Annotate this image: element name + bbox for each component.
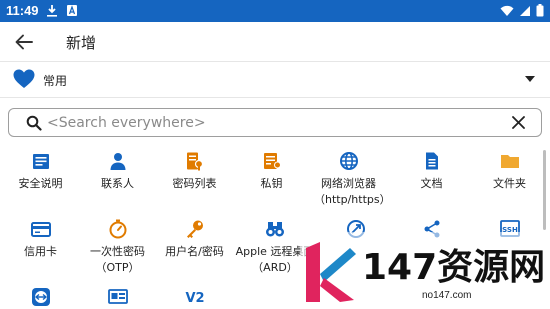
tile-contact[interactable]: 联系人	[79, 147, 156, 207]
tile-label: 联系人	[101, 177, 134, 190]
heart-icon	[13, 69, 35, 88]
watermark-text: 147资源网	[362, 247, 546, 288]
note-icon	[33, 154, 49, 169]
tile-security-note[interactable]: 安全说明	[2, 147, 79, 207]
status-time: 11:49	[6, 3, 39, 18]
tile-teamviewer[interactable]	[2, 283, 79, 309]
tile-label: 安全说明	[18, 177, 63, 190]
tile-vnc[interactable]: V2	[156, 283, 233, 309]
scrollbar[interactable]	[543, 150, 546, 230]
globe-icon	[340, 152, 358, 170]
tile-label: 一次性密码（OTP）	[90, 245, 145, 274]
status-indicators	[500, 4, 544, 17]
page-title: 新增	[66, 34, 97, 52]
battery-icon	[536, 4, 544, 17]
download-icon	[47, 5, 57, 17]
key-icon	[187, 220, 203, 238]
tile-label: 文档	[420, 177, 443, 190]
tile-document[interactable]: 文档	[393, 147, 470, 207]
tile-username-password[interactable]: 用户名/密码	[156, 215, 233, 275]
tile-password-list[interactable]: 密码列表	[156, 147, 233, 207]
window-icon	[108, 289, 128, 304]
search-input[interactable]	[47, 112, 487, 134]
binoculars-icon	[266, 222, 284, 237]
teamviewer-icon	[32, 288, 50, 306]
watermark: 147资源网 no147.com	[300, 232, 550, 309]
tile-label: 密码列表	[172, 177, 217, 190]
wifi-icon	[500, 5, 514, 16]
contact-icon	[110, 153, 126, 170]
credit-card-icon	[31, 222, 51, 237]
tile-window[interactable]	[79, 283, 156, 309]
tile-private-key[interactable]: 私钥	[233, 147, 310, 207]
tile-web-browser[interactable]: 网络浏览器（http/https）	[310, 147, 387, 211]
private-key-icon	[264, 153, 281, 169]
app-bar: 新增	[0, 22, 550, 62]
tile-label: 网络浏览器（http/https）	[314, 177, 387, 206]
back-arrow-icon[interactable]	[13, 31, 35, 53]
signal-icon	[520, 5, 530, 16]
tile-credit-card[interactable]: 信用卡	[2, 215, 79, 275]
search-box[interactable]	[8, 108, 542, 137]
vnc-icon: V2	[185, 291, 204, 306]
search-icon	[26, 115, 42, 131]
tile-otp[interactable]: 一次性密码（OTP）	[79, 215, 156, 275]
tile-label: 信用卡	[24, 245, 57, 258]
watermark-subtext: no147.com	[422, 290, 472, 301]
close-icon[interactable]	[511, 115, 526, 130]
tile-label: 私钥	[260, 177, 283, 190]
watermark-logo-icon	[306, 242, 356, 302]
document-icon	[426, 152, 438, 170]
group-selector[interactable]: 常用	[0, 62, 550, 98]
password-list-icon	[187, 152, 204, 171]
otp-timer-icon	[109, 219, 127, 239]
tile-label: 文件夹	[493, 177, 526, 190]
svg-text:V2: V2	[185, 291, 204, 306]
status-bar: 11:49	[0, 0, 550, 22]
folder-icon	[501, 155, 519, 168]
notification-a-icon	[67, 5, 77, 16]
group-label: 常用	[43, 74, 68, 88]
tile-label: 用户名/密码	[165, 245, 224, 258]
dropdown-arrow-icon[interactable]	[525, 76, 535, 82]
tile-folder[interactable]: 文件夹	[471, 147, 540, 207]
